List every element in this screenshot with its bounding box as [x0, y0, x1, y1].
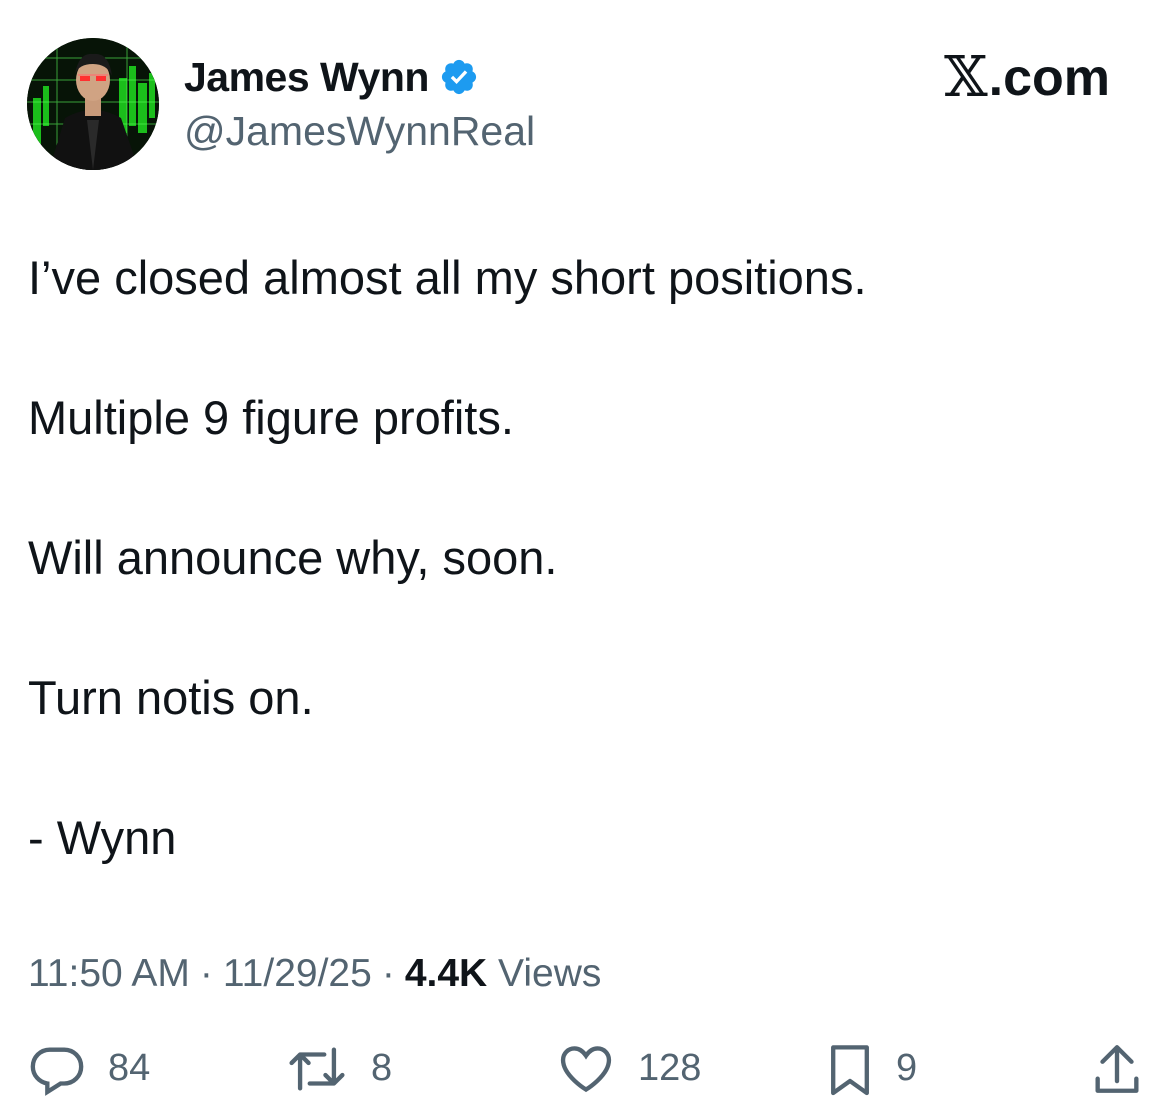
like-count: 128	[638, 1047, 702, 1089]
views-label: Views	[498, 952, 602, 995]
heart-icon	[560, 1046, 612, 1093]
brand-suffix: .com	[988, 49, 1110, 107]
avatar-image	[27, 38, 159, 170]
post-text-line: Multiple 9 figure profits.	[28, 391, 514, 444]
meta-separator: ·	[381, 952, 395, 995]
avatar[interactable]	[27, 38, 159, 170]
share-button[interactable]	[1092, 1040, 1142, 1098]
like-button[interactable]: 128	[556, 1040, 701, 1098]
meta-separator: ·	[199, 952, 213, 995]
verified-badge-icon	[439, 57, 479, 97]
post-time[interactable]: 11:50 AM	[28, 952, 190, 995]
author-handle[interactable]: @JamesWynnReal	[184, 106, 535, 156]
reply-button[interactable]: 84	[28, 1040, 150, 1098]
x-logo-icon: 𝕏	[944, 45, 988, 110]
reply-count: 84	[108, 1047, 151, 1089]
post-date[interactable]: 11/29/25	[223, 952, 372, 995]
post-text-line: I’ve closed almost all my short position…	[28, 251, 867, 304]
repost-count: 8	[371, 1047, 393, 1089]
post-text-line: Turn notis on.	[28, 671, 314, 724]
bookmark-count: 9	[896, 1047, 918, 1089]
action-bar: 84 8 128 9	[0, 1040, 1170, 1100]
views-count[interactable]: 4.4K	[405, 952, 487, 995]
bookmark-icon	[831, 1045, 869, 1096]
post-text-line: Will announce why, soon.	[28, 531, 558, 584]
display-name[interactable]: James Wynn	[184, 52, 429, 102]
bookmark-button[interactable]: 9	[826, 1040, 917, 1098]
repost-icon	[289, 1047, 345, 1091]
author-row: James Wynn	[184, 52, 479, 102]
repost-button[interactable]: 8	[285, 1040, 392, 1098]
post-meta: 11:50 AM · 11/29/25 · 4.4K Views	[28, 948, 601, 1000]
reply-icon	[30, 1047, 84, 1096]
x-com-brand: 𝕏 .com	[944, 48, 1110, 108]
share-icon	[1095, 1045, 1139, 1093]
post-text: I’ve closed almost all my short position…	[28, 248, 1128, 948]
post-text-line: - Wynn	[28, 811, 177, 864]
